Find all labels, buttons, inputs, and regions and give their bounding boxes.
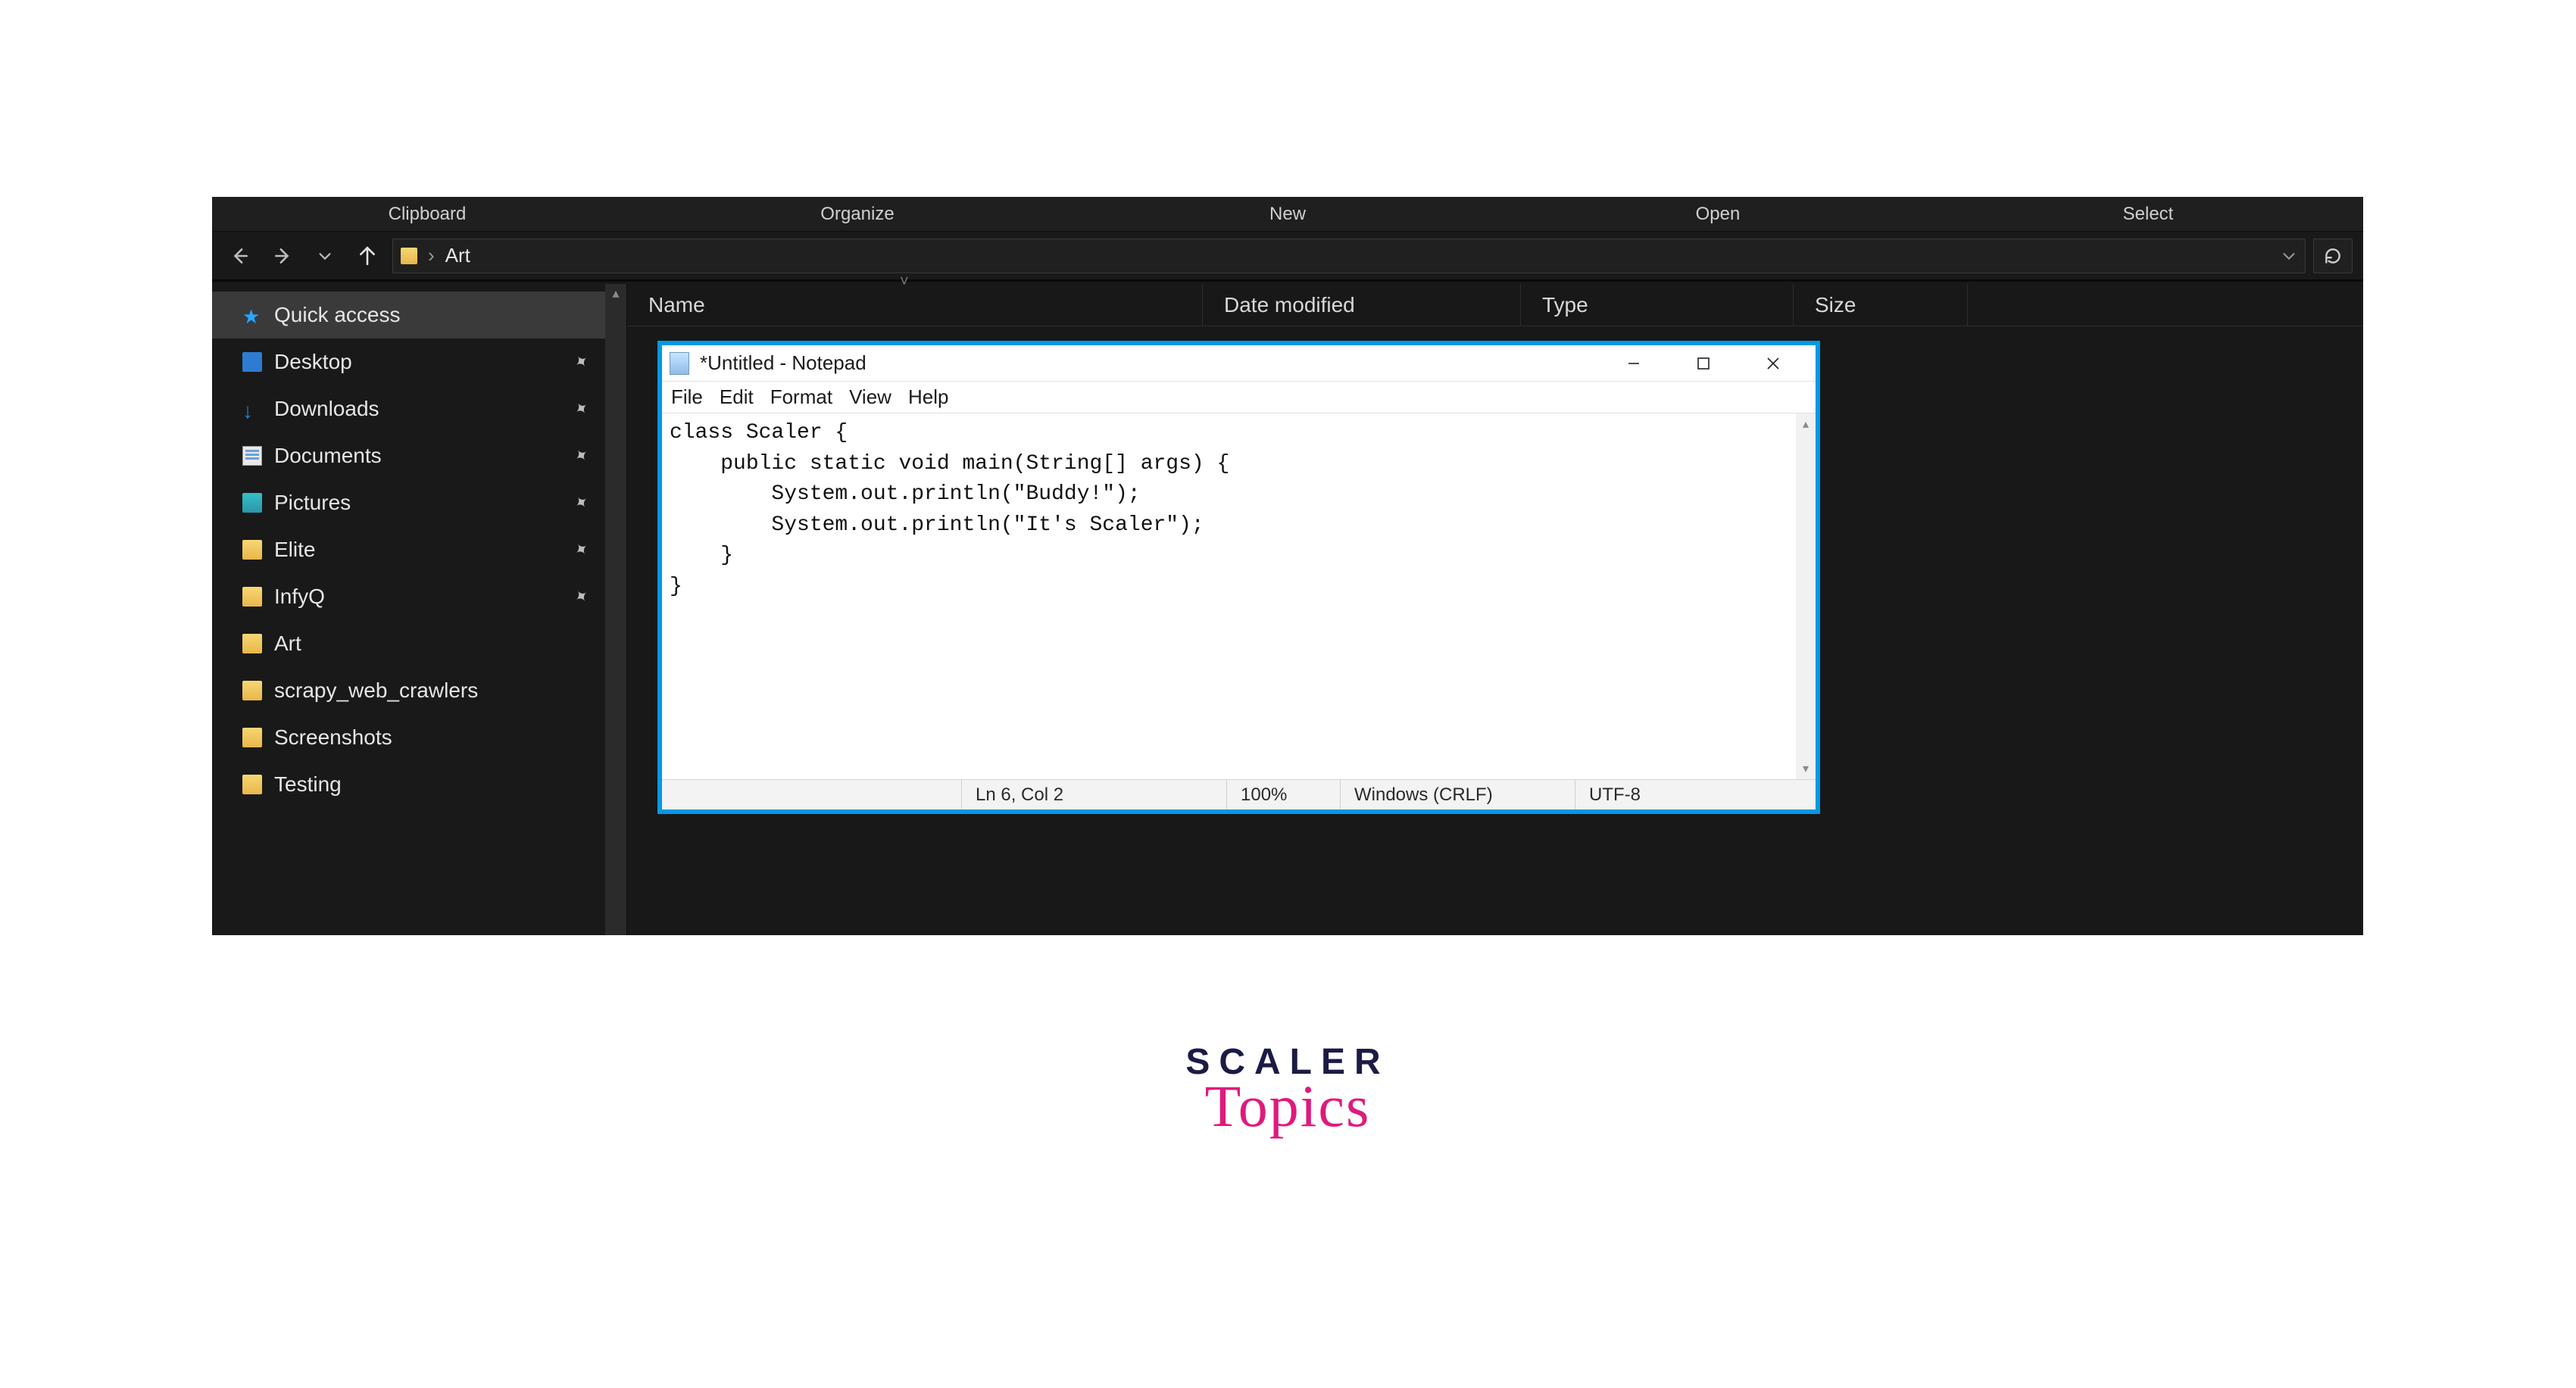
sidebar-item-downloads[interactable]: ↓ Downloads ✦ — [212, 385, 605, 432]
pin-icon: ✦ — [570, 444, 593, 468]
sidebar-item-infyq[interactable]: InfyQ ✦ — [212, 573, 605, 620]
doc-icon — [242, 446, 262, 466]
arrow-right-icon — [273, 246, 292, 266]
sidebar-item-label: scrapy_web_crawlers — [274, 678, 478, 703]
ribbon-tab-clipboard[interactable]: Clipboard — [212, 204, 642, 225]
menu-format[interactable]: Format — [770, 385, 832, 409]
sidebar-item-documents[interactable]: Documents ✦ — [212, 432, 605, 479]
refresh-button[interactable] — [2313, 239, 2353, 273]
sidebar-item-label: Elite — [274, 538, 315, 562]
pin-icon: ✦ — [570, 397, 593, 421]
menu-help[interactable]: Help — [908, 385, 948, 409]
ribbon-tab-select[interactable]: Select — [1933, 204, 2363, 225]
pin-icon: ✦ — [570, 538, 593, 562]
file-pane: Name Date modified Type Size *Untitled -… — [627, 284, 2363, 935]
column-name[interactable]: Name — [627, 284, 1203, 326]
sidebar-item-elite[interactable]: Elite ✦ — [212, 526, 605, 573]
sidebar-item-screenshots[interactable]: Screenshots — [212, 714, 605, 761]
scaler-logo: SCALER Topics — [1151, 1041, 1424, 1140]
maximize-icon — [1697, 357, 1710, 370]
notepad-menubar: File Edit Format View Help — [662, 382, 1816, 413]
ribbon-tab-open[interactable]: Open — [1503, 204, 1933, 225]
forward-button[interactable] — [265, 239, 300, 273]
chevron-down-icon[interactable] — [2281, 248, 2297, 264]
notepad-app-icon — [670, 352, 689, 375]
arrow-left-icon — [230, 246, 250, 266]
pic-icon — [242, 493, 262, 513]
sidebar-item-label: Downloads — [274, 397, 379, 421]
notepad-titlebar[interactable]: *Untitled - Notepad — [662, 345, 1816, 382]
up-button[interactable] — [350, 239, 385, 273]
status-eol: Windows (CRLF) — [1340, 780, 1575, 809]
sidebar-item-art[interactable]: Art — [212, 620, 605, 667]
sidebar-scrollbar[interactable] — [605, 284, 626, 935]
status-encoding: UTF-8 — [1575, 780, 1816, 809]
status-zoom: 100% — [1226, 780, 1340, 809]
sidebar-item-label: Screenshots — [274, 725, 392, 750]
folder-icon — [242, 775, 262, 794]
minimize-icon — [1626, 356, 1641, 371]
refresh-icon — [2323, 246, 2343, 266]
column-type[interactable]: Type — [1521, 284, 1794, 326]
menu-file[interactable]: File — [671, 385, 703, 409]
sidebar-item-label: Desktop — [274, 350, 352, 374]
column-headers: Name Date modified Type Size — [627, 284, 2363, 326]
menu-view[interactable]: View — [849, 385, 891, 409]
folder-icon — [242, 681, 262, 700]
sidebar-item-label: Art — [274, 632, 301, 656]
notepad-window[interactable]: *Untitled - Notepad File Edit Format — [657, 341, 1820, 814]
sidebar-item-quick-access[interactable]: ★ Quick access — [212, 292, 605, 338]
breadcrumb-separator: › — [428, 244, 435, 267]
notepad-statusbar: Ln 6, Col 2 100% Windows (CRLF) UTF-8 — [662, 779, 1816, 809]
column-date[interactable]: Date modified — [1203, 284, 1521, 326]
folder-icon — [242, 634, 262, 653]
folder-icon — [242, 587, 262, 607]
folder-icon — [242, 728, 262, 747]
sidebar-item-desktop[interactable]: Desktop ✦ — [212, 338, 605, 385]
minimize-button[interactable] — [1599, 348, 1669, 379]
notepad-scrollbar[interactable] — [1796, 413, 1816, 779]
close-icon — [1766, 356, 1781, 371]
ribbon-tab-organize[interactable]: Organize — [642, 204, 1073, 225]
notepad-title: *Untitled - Notepad — [700, 351, 1599, 375]
pin-icon: ✦ — [570, 585, 593, 609]
ribbon-tab-new[interactable]: New — [1073, 204, 1503, 225]
ribbon: Clipboard Organize New Open Select — [212, 197, 2363, 232]
maximize-button[interactable] — [1669, 348, 1738, 379]
arrow-up-icon — [358, 246, 377, 266]
address-bar[interactable]: › Art — [392, 239, 2306, 273]
sidebar-item-label: Testing — [274, 772, 342, 797]
sidebar-item-label: Quick access — [274, 303, 401, 327]
explorer-window: Clipboard Organize New Open Select › Art — [212, 197, 2363, 935]
sidebar: ★Quick accessDesktop✦↓Downloads✦Document… — [212, 284, 627, 935]
pin-icon: ✦ — [570, 491, 593, 515]
navigation-bar: › Art — [212, 232, 2363, 282]
folder-icon — [401, 248, 417, 264]
notepad-textarea[interactable]: class Scaler { public static void main(S… — [662, 413, 1796, 779]
sidebar-item-label: Documents — [274, 444, 382, 468]
star-icon: ★ — [242, 305, 262, 325]
column-size[interactable]: Size — [1794, 284, 1968, 326]
desktop-icon — [242, 352, 262, 372]
chevron-down-icon — [317, 248, 333, 264]
sidebar-item-pictures[interactable]: Pictures ✦ — [212, 479, 605, 526]
folder-icon — [242, 540, 262, 560]
breadcrumb-folder[interactable]: Art — [445, 244, 470, 267]
sidebar-item-label: InfyQ — [274, 585, 325, 609]
menu-edit[interactable]: Edit — [720, 385, 754, 409]
sidebar-item-label: Pictures — [274, 491, 351, 515]
close-button[interactable] — [1738, 348, 1808, 379]
recent-dropdown[interactable] — [308, 239, 342, 273]
sidebar-item-scrapy-web-crawlers[interactable]: scrapy_web_crawlers — [212, 667, 605, 714]
down-icon: ↓ — [242, 399, 262, 419]
sidebar-item-testing[interactable]: Testing — [212, 761, 605, 808]
pin-icon: ✦ — [570, 350, 593, 374]
status-position: Ln 6, Col 2 — [961, 780, 1226, 809]
back-button[interactable] — [223, 239, 258, 273]
